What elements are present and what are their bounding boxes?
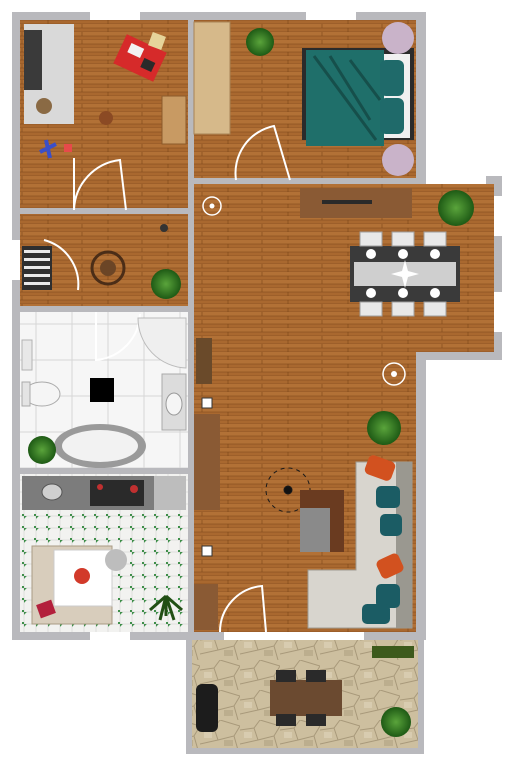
toy-bench xyxy=(24,30,42,90)
ceiling-light-2-dot xyxy=(391,371,397,377)
kitchen-sink xyxy=(41,483,63,501)
plant-bathroom xyxy=(28,436,56,464)
ceiling-lamp-hallway xyxy=(160,224,168,232)
cooktop xyxy=(90,480,144,506)
coffee-table-glass xyxy=(300,508,330,552)
shoe-cabinet xyxy=(194,584,218,630)
nightstand-top xyxy=(382,22,414,54)
teddy-bear-icon xyxy=(36,98,52,114)
pillow-right xyxy=(380,98,404,134)
toilet-tank xyxy=(21,381,31,407)
burner-icon xyxy=(130,485,138,493)
wall-shelf xyxy=(161,95,187,145)
bath-mat xyxy=(90,378,114,402)
plant-terrace xyxy=(381,707,411,737)
plant-dining xyxy=(438,190,474,226)
pendant-lamp xyxy=(105,549,127,571)
pillow-left xyxy=(380,60,404,96)
terrace-lounge xyxy=(196,684,218,732)
wall-lamp-1 xyxy=(201,397,213,409)
bathtub-inner xyxy=(62,430,138,462)
terrace-table xyxy=(270,680,342,716)
ceiling-light-1-dot xyxy=(209,203,215,209)
fruit-bowl-icon xyxy=(74,568,90,584)
plant-bedroom xyxy=(246,28,274,56)
round-rug-center xyxy=(100,260,116,276)
wardrobe xyxy=(193,21,231,135)
planter-terrace xyxy=(372,646,414,658)
plant-living xyxy=(367,411,401,445)
ball-icon xyxy=(99,111,113,125)
sink-basin xyxy=(165,392,183,416)
plant-hallway xyxy=(151,269,181,299)
tv-screen xyxy=(322,200,372,204)
burner-icon xyxy=(97,484,103,490)
wall-lamp-2 xyxy=(201,545,213,557)
floor-plan xyxy=(12,12,502,754)
kitchen-counter-light xyxy=(154,476,186,510)
console-table xyxy=(194,414,220,510)
planter-box xyxy=(196,338,212,384)
toy-block-icon xyxy=(64,144,72,152)
towel-rail xyxy=(21,339,33,371)
nightstand-bottom xyxy=(382,144,414,176)
